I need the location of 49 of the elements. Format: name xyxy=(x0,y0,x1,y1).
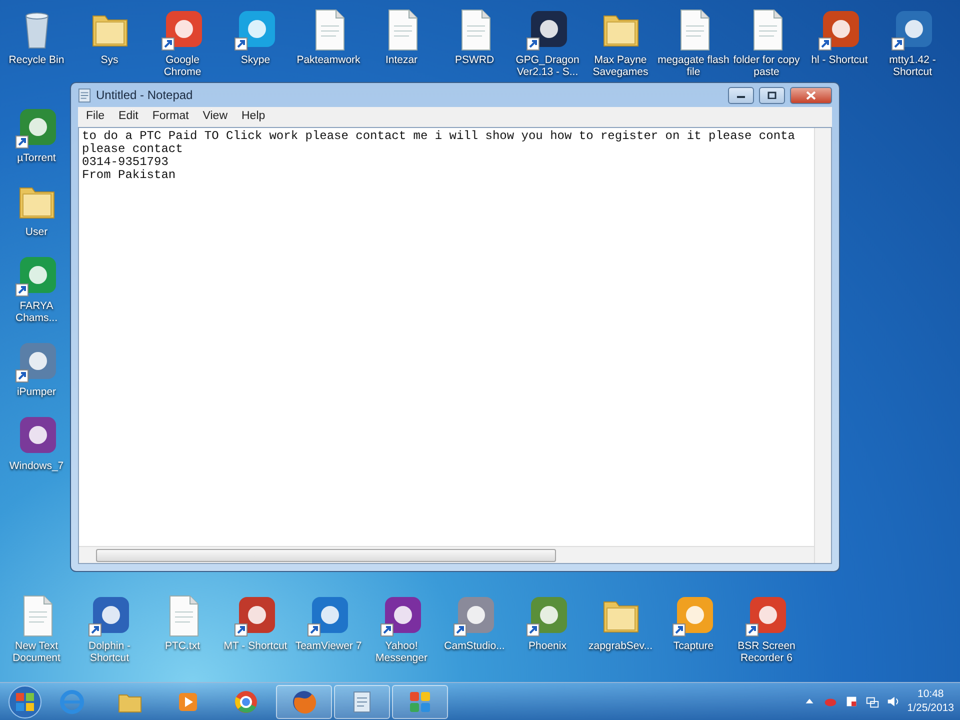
start-button[interactable] xyxy=(8,684,42,718)
icon-label[interactable]: Google Chrome xyxy=(146,54,218,78)
scrollbar-thumb[interactable] xyxy=(96,548,556,562)
icon-label[interactable]: GPG_Dragon Ver2.13 - S... xyxy=(512,54,584,78)
icon-label[interactable]: Pakteamwork xyxy=(296,54,360,66)
icon-label[interactable]: PSWRD xyxy=(454,54,494,66)
text-line: please contact xyxy=(82,143,184,156)
icon-label[interactable]: Max Payne Savegames xyxy=(584,54,656,78)
icon-label[interactable]: Skype xyxy=(240,54,270,66)
vertical-scrollbar[interactable] xyxy=(814,128,831,563)
taskbar-button[interactable] xyxy=(276,684,332,718)
menu-item[interactable]: Format xyxy=(146,108,195,126)
icon-label[interactable]: zapgrabSev... xyxy=(588,640,652,652)
icon-label[interactable]: CamStudio... xyxy=(444,640,505,652)
window-title: Untitled - Notepad xyxy=(96,87,193,104)
icon-label[interactable]: iPumper xyxy=(16,386,56,398)
menu-item[interactable]: Edit xyxy=(112,108,144,126)
close-button[interactable] xyxy=(790,86,832,104)
close-icon xyxy=(806,90,816,100)
menu-item[interactable]: View xyxy=(196,108,234,126)
browser-icon xyxy=(58,688,86,716)
icon-label[interactable]: Windows_7 xyxy=(9,460,64,472)
icon-label[interactable]: mtty1.42 - Shortcut xyxy=(876,54,948,78)
icon-label[interactable]: Tcapture xyxy=(673,640,714,652)
taskbar-button[interactable] xyxy=(392,684,448,718)
menu-item[interactable]: File xyxy=(80,108,111,126)
icon-label[interactable]: BSR Screen Recorder 6 xyxy=(730,640,802,664)
clock-date[interactable]: 1/25/2013 xyxy=(907,702,954,715)
horizontal-scrollbar[interactable] xyxy=(79,546,814,563)
icon-label[interactable]: hl - Shortcut xyxy=(811,54,868,66)
icon-label[interactable]: Sys xyxy=(100,54,118,66)
icon-label[interactable]: Phoenix xyxy=(528,640,566,652)
text-line: 0314-9351793 xyxy=(82,156,170,169)
clock-time[interactable]: 10:48 xyxy=(907,688,954,702)
maximize-icon xyxy=(767,91,777,100)
menu-item[interactable]: Help xyxy=(236,108,272,126)
taskbar-button[interactable] xyxy=(334,684,390,718)
minimize-button[interactable] xyxy=(728,86,754,104)
text-line: to do a PTC Paid TO Click work please contact me i will show you how to register on it please conta xyxy=(82,130,796,143)
icon-label[interactable]: FARYA Chams... xyxy=(0,300,72,324)
icon-label[interactable]: µTorrent xyxy=(17,152,56,164)
notepad-icon xyxy=(78,88,91,102)
icon-label[interactable]: folder for copy paste xyxy=(730,54,802,78)
maximize-button[interactable] xyxy=(759,86,785,104)
icon-label[interactable]: User xyxy=(25,226,48,238)
icon-label[interactable]: Recycle Bin xyxy=(8,54,64,66)
icon-label[interactable]: megagate flash file xyxy=(658,54,730,78)
icon-label[interactable]: Intezar xyxy=(385,54,418,66)
text-line: From Pakistan xyxy=(82,169,177,182)
